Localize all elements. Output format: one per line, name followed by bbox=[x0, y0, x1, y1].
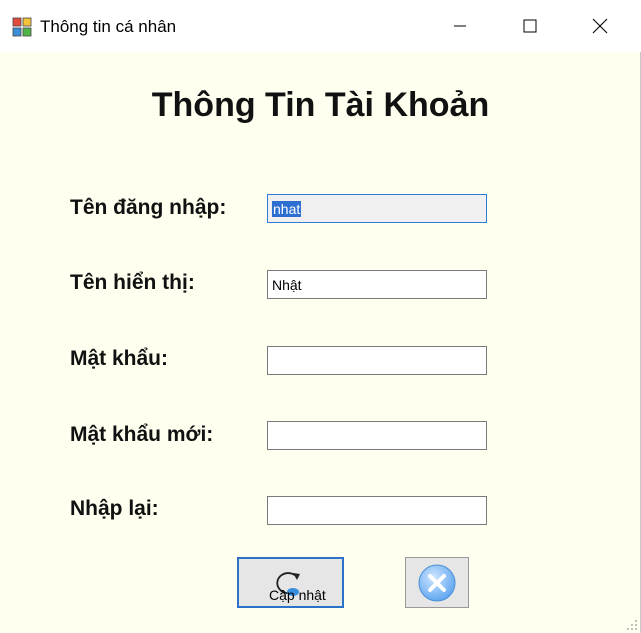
password-field[interactable] bbox=[267, 346, 487, 375]
resize-grip-icon[interactable] bbox=[624, 617, 638, 631]
display-name-label: Tên hiển thị: bbox=[70, 271, 195, 294]
close-button[interactable] bbox=[565, 0, 635, 52]
username-value: nhat bbox=[272, 201, 302, 217]
close-circle-icon bbox=[418, 564, 456, 601]
confirm-password-label: Nhập lại: bbox=[70, 497, 159, 520]
maximize-icon bbox=[523, 19, 537, 33]
page-title: Thông Tin Tài Khoản bbox=[0, 86, 641, 125]
password-label: Mật khẩu: bbox=[70, 347, 169, 370]
minimize-icon bbox=[454, 25, 466, 27]
username-field[interactable]: nhat bbox=[267, 194, 487, 223]
close-icon bbox=[592, 18, 608, 34]
title-bar[interactable]: Thông tin cá nhân bbox=[0, 0, 641, 52]
profile-window: Thông tin cá nhân Thông Tin Tài Khoản Tê… bbox=[0, 0, 641, 633]
update-button[interactable]: Cập nhật bbox=[237, 557, 344, 608]
minimize-button[interactable] bbox=[425, 0, 495, 52]
new-password-field[interactable] bbox=[267, 421, 487, 450]
new-password-label: Mật khẩu mới: bbox=[70, 423, 214, 446]
maximize-button[interactable] bbox=[495, 0, 565, 52]
window-title: Thông tin cá nhân bbox=[40, 17, 177, 36]
username-label: Tên đăng nhập: bbox=[70, 196, 227, 219]
display-name-field[interactable] bbox=[267, 270, 487, 299]
app-icon bbox=[12, 17, 32, 37]
update-button-label: Cập nhật bbox=[269, 587, 326, 603]
page-title-text: Thông Tin Tài Khoản bbox=[151, 86, 490, 124]
confirm-password-field[interactable] bbox=[267, 496, 487, 525]
cancel-button[interactable] bbox=[405, 557, 469, 608]
